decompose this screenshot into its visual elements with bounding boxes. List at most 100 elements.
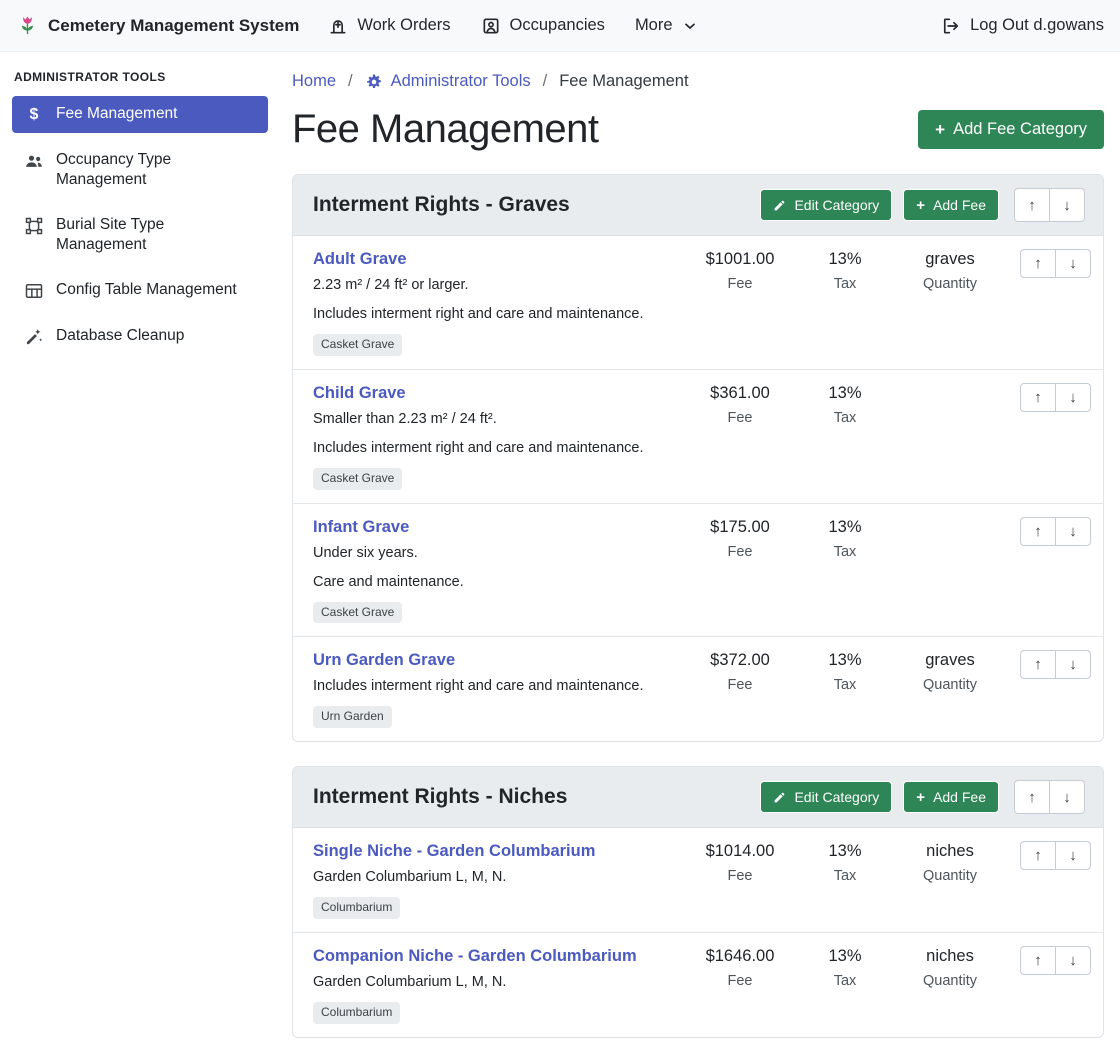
move-category-down-button[interactable]: ↓ [1049,780,1085,814]
nav-more-label: More [635,16,673,35]
breadcrumb-admin-tools-link[interactable]: Administrator Tools [365,72,531,91]
sidebar: Administrator Tools $ Fee Management Occ… [0,52,280,364]
fee-name-link[interactable]: Urn Garden Grave [313,650,455,671]
top-navbar: Cemetery Management System Work Orders O… [0,0,1120,52]
sidebar-item-database-cleanup[interactable]: Database Cleanup [12,318,268,355]
move-category-up-button[interactable]: ↑ [1014,188,1050,222]
move-fee-up-button[interactable]: ↑ [1020,383,1056,412]
fee-amount-label: Fee [685,544,795,560]
logout-button[interactable]: Log Out d.gowans [941,16,1104,36]
fee-reorder-controls: ↑ ↓ [1020,249,1091,278]
fee-quantity-label: Quantity [895,868,1005,884]
fee-reorder-controls: ↑ ↓ [1020,383,1091,412]
app-brand[interactable]: Cemetery Management System [16,14,299,37]
sidebar-item-occupancy-type-management[interactable]: Occupancy Type Management [12,142,268,198]
move-fee-down-button[interactable]: ↓ [1055,517,1091,546]
fee-name-link[interactable]: Child Grave [313,383,406,404]
fee-row: Single Niche - Garden Columbarium Garden… [293,828,1103,932]
category-title: Interment Rights - Graves [313,193,749,217]
sidebar-item-config-table-management[interactable]: Config Table Management [12,272,268,309]
nav-more-menu[interactable]: More [620,0,713,51]
move-fee-down-button[interactable]: ↓ [1055,383,1091,412]
add-fee-label: Add Fee [933,197,986,213]
plus-icon: + [916,198,925,213]
fee-row: Adult Grave 2.23 m² / 24 ft² or larger. … [293,236,1103,369]
plus-icon: + [935,121,945,138]
fee-tax-label: Tax [795,544,895,560]
fee-tax: 13% [795,249,895,270]
fee-quantity: graves [895,249,1005,270]
sidebar-heading: Administrator Tools [14,70,266,84]
fee-tax-label: Tax [795,276,895,292]
edit-category-button[interactable]: Edit Category [760,189,892,221]
move-category-up-button[interactable]: ↑ [1014,780,1050,814]
fee-tax: 13% [795,517,895,538]
main-content: Home / Administrator Tools / Fee Managem… [280,52,1120,1062]
table-icon [24,281,44,301]
cleanup-wand-icon [24,327,44,347]
category-card-graves: Interment Rights - Graves Edit Category … [292,174,1104,742]
breadcrumb-separator: / [543,72,548,91]
sidebar-item-fee-management[interactable]: $ Fee Management [12,96,268,133]
add-fee-category-button[interactable]: + Add Fee Category [918,110,1104,149]
fee-quantity: graves [895,650,1005,671]
move-fee-up-button[interactable]: ↑ [1020,249,1056,278]
fee-quantity-label: Quantity [895,973,1005,989]
nav-work-orders[interactable]: Work Orders [313,0,465,51]
nav-work-orders-label: Work Orders [357,16,450,35]
people-icon [24,151,44,171]
sidebar-item-burial-site-type-management[interactable]: Burial Site Type Management [12,207,268,263]
fee-description: Includes interment right and care and ma… [313,677,685,696]
move-fee-up-button[interactable]: ↑ [1020,841,1056,870]
fee-row: Urn Garden Grave Includes interment righ… [293,636,1103,741]
pencil-icon [773,791,786,804]
fee-name-link[interactable]: Infant Grave [313,517,409,538]
fee-amount-label: Fee [685,973,795,989]
work-orders-icon [328,16,348,36]
fee-description: Garden Columbarium L, M, N. [313,973,685,992]
category-header: Interment Rights - Niches Edit Category … [293,767,1103,828]
fee-description: Care and maintenance. [313,573,685,592]
fee-amount: $1014.00 [685,841,795,862]
logout-icon [941,16,961,36]
move-fee-up-button[interactable]: ↑ [1020,517,1056,546]
move-fee-down-button[interactable]: ↓ [1055,249,1091,278]
fee-name-link[interactable]: Single Niche - Garden Columbarium [313,841,595,862]
fee-tax-label: Tax [795,410,895,426]
move-fee-down-button[interactable]: ↓ [1055,650,1091,679]
add-fee-button[interactable]: + Add Fee [903,781,999,813]
fee-reorder-controls: ↑ ↓ [1020,650,1091,679]
move-category-down-button[interactable]: ↓ [1049,188,1085,222]
breadcrumb-separator: / [348,72,353,91]
add-fee-label: Add Fee [933,789,986,805]
fee-description: Under six years. [313,544,685,563]
fee-tax: 13% [795,841,895,862]
fee-name-link[interactable]: Companion Niche - Garden Columbarium [313,946,637,967]
move-fee-down-button[interactable]: ↓ [1055,946,1091,975]
fee-name-link[interactable]: Adult Grave [313,249,407,270]
category-card-niches: Interment Rights - Niches Edit Category … [292,766,1104,1038]
nav-occupancies[interactable]: Occupancies [466,0,620,51]
fee-amount-label: Fee [685,276,795,292]
fee-tax: 13% [795,946,895,967]
fee-reorder-controls: ↑ ↓ [1020,517,1091,546]
fee-amount: $1001.00 [685,249,795,270]
move-fee-down-button[interactable]: ↓ [1055,841,1091,870]
category-reorder-controls: ↑ ↓ [1014,188,1085,222]
pencil-icon [773,199,786,212]
fee-quantity: niches [895,841,1005,862]
move-fee-up-button[interactable]: ↑ [1020,650,1056,679]
app-title: Cemetery Management System [48,16,299,36]
breadcrumb-home-link[interactable]: Home [292,72,336,91]
edit-category-label: Edit Category [794,197,879,213]
fee-type-badge: Urn Garden [313,706,392,728]
category-title: Interment Rights - Niches [313,785,749,809]
edit-category-button[interactable]: Edit Category [760,781,892,813]
move-fee-up-button[interactable]: ↑ [1020,946,1056,975]
add-fee-button[interactable]: + Add Fee [903,189,999,221]
nav-occupancies-label: Occupancies [510,16,605,35]
fee-reorder-controls: ↑ ↓ [1020,946,1091,975]
fee-description: 2.23 m² / 24 ft² or larger. [313,276,685,295]
fee-description: Garden Columbarium L, M, N. [313,868,685,887]
breadcrumb: Home / Administrator Tools / Fee Managem… [292,72,1104,91]
